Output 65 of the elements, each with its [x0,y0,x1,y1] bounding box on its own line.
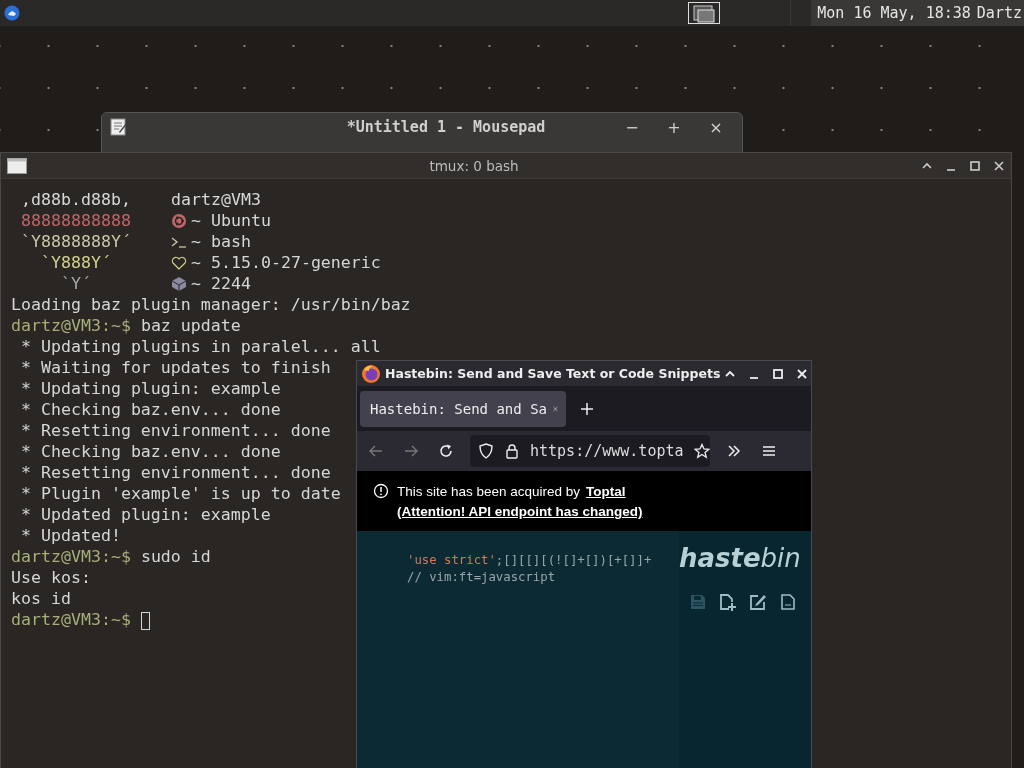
ascii-art-line: `Y8888888Y´ [20,231,132,252]
user-name[interactable]: Dartz [976,4,1022,22]
command-text: sudo id [140,547,211,566]
new-document-icon[interactable] [719,593,737,611]
terminal-output-line: * Updated plugin: example [20,505,271,524]
url-text: https://www.topta [530,442,684,460]
text-cursor [140,611,150,630]
shell-prompt: dartz@VM3:~$ [11,610,131,629]
user-host: dartz@VM3 [171,189,262,210]
shell-prompt: dartz@VM3:~$ [11,316,131,335]
star-icon[interactable] [693,443,710,459]
clock[interactable]: Mon 16 May, 18:38 [817,4,971,22]
terminal-output-line: * Updating plugin: example [20,379,281,398]
api-change-link[interactable]: (Attention! API endpoint has changed) [397,501,643,521]
close-icon[interactable] [993,159,1005,172]
ubuntu-logo-icon [171,212,187,229]
terminal-output-line: * Plugin 'example' is up to date [20,484,341,503]
browser-tab[interactable]: Hastebin: Send and Sa [360,390,566,427]
text-editor-icon [110,118,128,136]
terminal-output-line: * Waiting for updates to finish [20,358,331,377]
app-menu-icon[interactable] [4,5,20,21]
terminal-output-line: * Resetting environment... done [20,463,331,482]
ascii-art-line: 88888888888 [20,210,132,231]
terminal-output-line: * Checking baz.env... done [20,400,281,419]
edit-icon[interactable] [749,593,767,611]
document-icon[interactable] [779,593,797,611]
package-icon [171,275,187,292]
ascii-art-line: ,d88b.d88b, [20,189,132,210]
hastebin-logo[interactable]: hastebin [679,531,811,577]
ascii-art-line: `Y´ [59,273,92,294]
window-title: Hastebin: Send and Save Text or Code Snippets [385,366,721,381]
lock-icon[interactable] [504,443,520,459]
shield-icon[interactable] [478,443,494,459]
window-list-icon[interactable] [688,2,721,24]
system-info-text: ~ bash [191,231,251,252]
info-icon [373,483,389,499]
heart-icon [171,254,187,271]
terminal-output-line: * Checking baz.env... done [20,442,281,461]
command-text: baz update [140,316,241,335]
code-comment: // vim:ft=javascript [407,570,556,584]
shell-prompt: dartz@VM3:~$ [11,547,131,566]
new-tab-icon[interactable] [580,401,594,416]
window-title: *Untitled 1 - Mousepad [345,118,547,136]
window-control-button[interactable]: − [614,117,650,137]
window-icon [7,157,27,174]
address-bar[interactable]: https://www.topta [470,435,710,467]
system-info-text: ~ 5.15.0-27-generic [191,252,381,273]
code-string: 'use strict' [407,553,496,567]
browser-logo-icon [361,363,381,384]
code-text: ;[][[][(![]+[])[+[]]+ [495,553,652,567]
toptal-link[interactable]: Toptal [586,483,626,499]
terminal-output-line: * Resetting environment... done [20,421,331,440]
maximize-icon[interactable] [969,159,981,172]
terminal-output-line: * Updating plugins in paralel... all [20,337,381,356]
system-info-text: ~ 2244 [191,273,251,294]
ascii-art-line: `Y888Y´ [39,252,112,273]
system-info-text: ~ Ubuntu [191,210,271,231]
terminal-output-line: * Updated! [20,526,121,545]
terminal-output-line: Loading baz plugin manager: /usr/bin/baz [11,295,411,314]
window-control-button[interactable]: × [698,117,734,137]
notice-text: This site has been acquired by [397,483,581,499]
window-control-button[interactable]: + [656,117,692,137]
terminal-output-line: Use kos: [11,568,91,587]
terminal-output-line: kos id [11,589,71,608]
window-title: tmux: 0 bash [428,157,520,174]
